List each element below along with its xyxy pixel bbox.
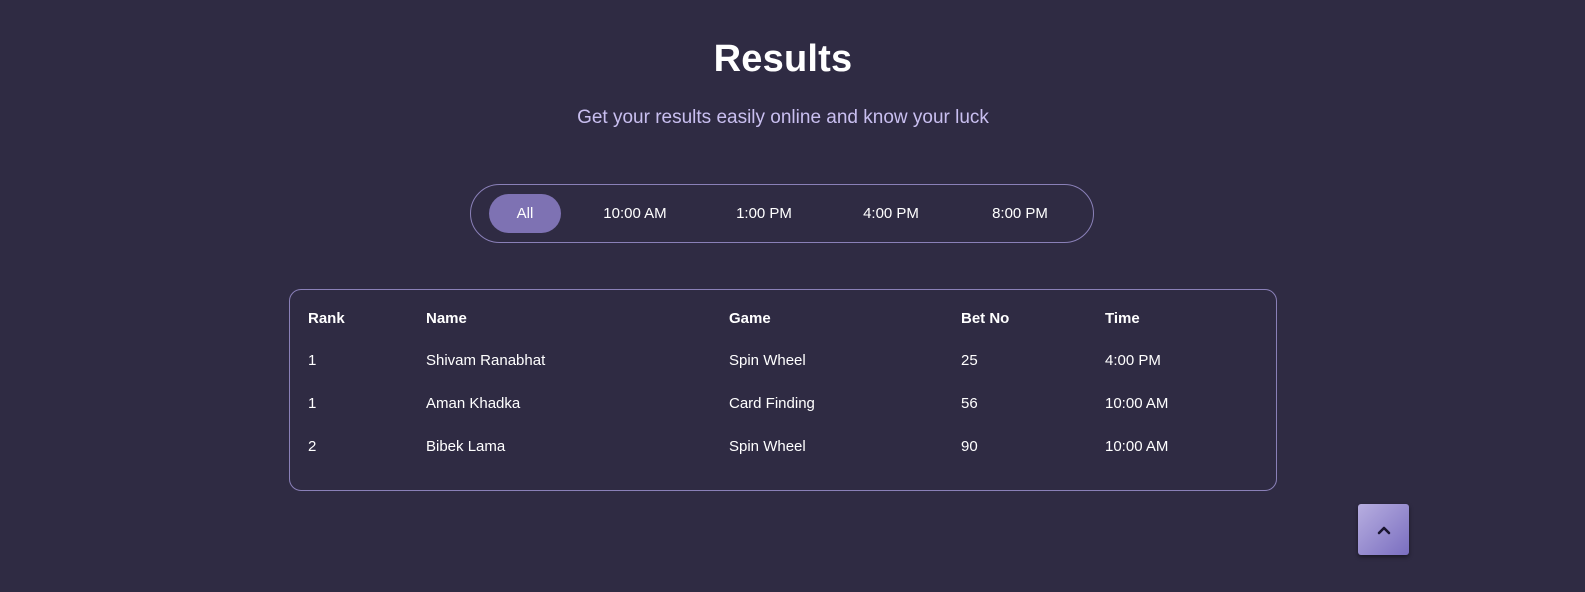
filter-10am[interactable]: 10:00 AM [591, 194, 679, 233]
cell-rank: 1 [308, 395, 317, 412]
column-header-time: Time [1105, 310, 1140, 327]
cell-name: Bibek Lama [426, 438, 506, 455]
cell-name: Aman Khadka [426, 395, 521, 412]
filter-1pm[interactable]: 1:00 PM [723, 194, 805, 233]
cell-rank: 2 [308, 438, 317, 455]
cell-name: Shivam Ranabhat [426, 352, 546, 369]
cell-game: Spin Wheel [729, 438, 806, 455]
results-table: Rank Name Game Bet No Time 1 Shivam Rana… [289, 289, 1277, 491]
column-header-rank: Rank [308, 310, 345, 327]
page-subtitle: Get your results easily online and know … [577, 107, 989, 128]
cell-time: 4:00 PM [1105, 352, 1161, 369]
filter-8pm[interactable]: 8:00 PM [977, 194, 1063, 233]
time-filter-bar: All 10:00 AM 1:00 PM 4:00 PM 8:00 PM [470, 184, 1094, 243]
cell-time: 10:00 AM [1105, 395, 1169, 412]
column-header-bet-no: Bet No [961, 310, 1010, 327]
cell-game: Spin Wheel [729, 352, 806, 369]
chevron-up-icon [1377, 526, 1390, 534]
cell-bet-no: 90 [961, 438, 978, 455]
scroll-to-top-button[interactable] [1358, 504, 1409, 555]
filter-4pm[interactable]: 4:00 PM [849, 194, 933, 233]
cell-rank: 1 [308, 352, 317, 369]
filter-all[interactable]: All [489, 194, 561, 233]
cell-bet-no: 25 [961, 352, 978, 369]
column-header-game: Game [729, 310, 771, 327]
cell-time: 10:00 AM [1105, 438, 1169, 455]
cell-game: Card Finding [729, 395, 815, 412]
page-title: Results [713, 38, 853, 80]
column-header-name: Name [426, 310, 467, 327]
cell-bet-no: 56 [961, 395, 978, 412]
